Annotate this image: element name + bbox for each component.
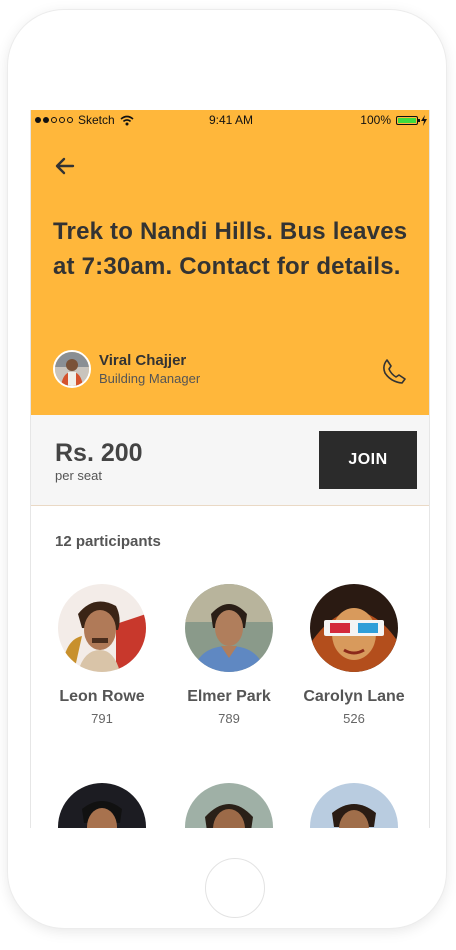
participant-card[interactable] [289, 783, 419, 828]
author-name: Viral Chajjer [99, 351, 187, 369]
home-button[interactable] [205, 858, 265, 918]
battery-icon [396, 115, 420, 125]
participant-card[interactable]: Carolyn Lane 526 [289, 584, 419, 726]
author-avatar [53, 350, 91, 388]
event-header: Sketch 9:41 AM 100% Trek to Nandi Hills.… [31, 110, 429, 415]
participant-name: Elmer Park [187, 688, 271, 705]
participant-avatar [310, 783, 398, 828]
participant-card[interactable] [164, 783, 294, 828]
participant-score: 526 [343, 711, 365, 726]
participant-name: Carolyn Lane [303, 688, 405, 705]
event-title: Trek to Nandi Hills. Bus leaves at 7:30a… [53, 218, 408, 280]
battery-percent: 100% [360, 113, 391, 127]
participant-score: 789 [218, 711, 240, 726]
participant-name: Leon Rowe [59, 688, 145, 705]
participant-avatar [185, 783, 273, 828]
participant-score: 791 [91, 711, 113, 726]
join-button[interactable]: JOIN [319, 431, 417, 489]
participant-avatar [185, 584, 273, 672]
price-bar: Rs. 200 per seat JOIN [31, 415, 429, 506]
price-unit: per seat [55, 468, 102, 483]
participant-avatar [58, 584, 146, 672]
participant-card[interactable]: Leon Rowe 791 [37, 584, 167, 726]
battery-group: 100% [360, 113, 427, 127]
participant-avatar [310, 584, 398, 672]
author-role: Building Manager [99, 370, 201, 386]
participant-avatar [58, 783, 146, 828]
charging-icon [421, 114, 427, 126]
participant-card[interactable]: Elmer Park 789 [164, 584, 294, 726]
participant-card[interactable] [37, 783, 167, 828]
event-author[interactable]: Viral Chajjer Building Manager [53, 350, 200, 388]
app-screen: Sketch 9:41 AM 100% Trek to Nandi Hills.… [30, 110, 430, 828]
phone-icon[interactable] [379, 356, 409, 386]
participants-count: 12 participants [55, 533, 161, 550]
price-amount: Rs. 200 [55, 439, 143, 467]
status-bar: Sketch 9:41 AM 100% [31, 110, 429, 130]
back-arrow-icon[interactable] [53, 154, 77, 178]
